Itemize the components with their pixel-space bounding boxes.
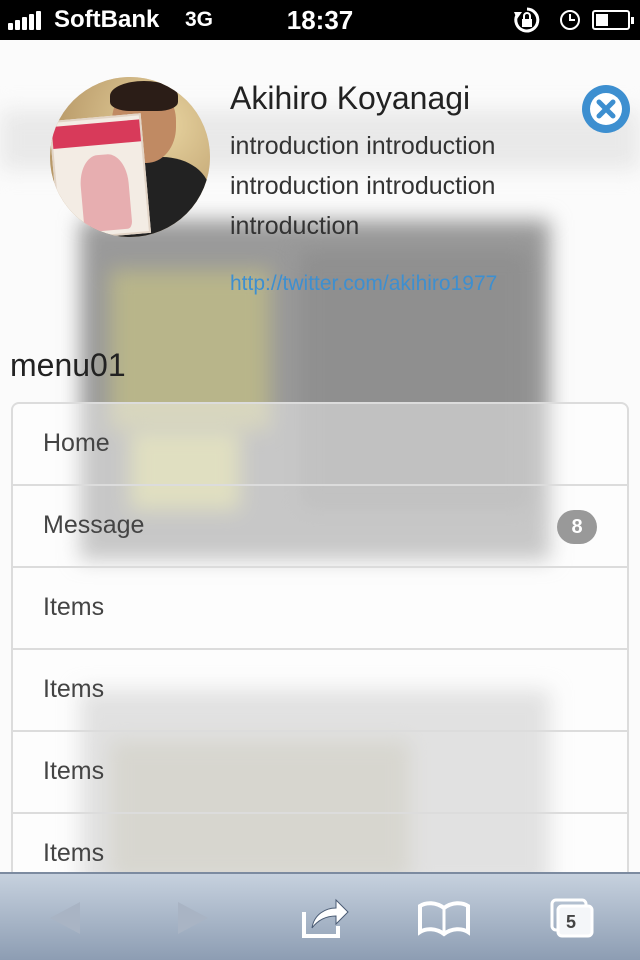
profile-name: Akihiro Koyanagi [230,80,471,116]
menu-title: menu01 [10,347,126,383]
clock-time: 18:37 [286,5,354,35]
menu-item-label: Message [43,511,145,539]
message-count-badge: 8 [557,510,597,544]
menu-list: Home Message 8 Items Items Items Items [11,402,629,896]
menu-item-home[interactable]: Home [13,404,627,486]
tabs-button[interactable]: 5 [548,894,596,942]
tab-count: 5 [566,912,577,932]
battery-icon [592,10,634,30]
bookmarks-button[interactable] [418,894,470,942]
close-button[interactable] [582,85,630,133]
back-button[interactable] [42,894,90,942]
profile-introduction: introduction introduction introduction i… [230,132,496,240]
menu-item-items[interactable]: Items [13,650,627,732]
twitter-link[interactable]: http://twitter.com/akihiro1977 [230,272,497,296]
alarm-clock-icon [560,10,580,30]
status-bar: SoftBank 3G 18:37 [0,0,640,40]
menu-item-items[interactable]: Items [13,568,627,650]
close-circle-icon [590,93,622,125]
bookmarks-icon [418,901,470,937]
share-icon [302,898,349,938]
menu-item-message[interactable]: Message 8 [13,486,627,568]
menu-item-label: Items [43,675,105,703]
back-arrow-icon [50,902,80,934]
menu-item-label: Items [43,839,105,867]
menu-item-label: Home [43,429,110,457]
forward-arrow-icon [178,902,208,934]
menu-item-label: Items [43,593,105,621]
browser-toolbar: 5 [0,872,640,960]
avatar [50,77,210,237]
forward-button[interactable] [168,894,216,942]
menu-item-items[interactable]: Items [13,732,627,814]
share-button[interactable] [298,894,349,942]
menu-item-label: Items [43,757,105,785]
rotation-lock-icon [514,7,540,33]
